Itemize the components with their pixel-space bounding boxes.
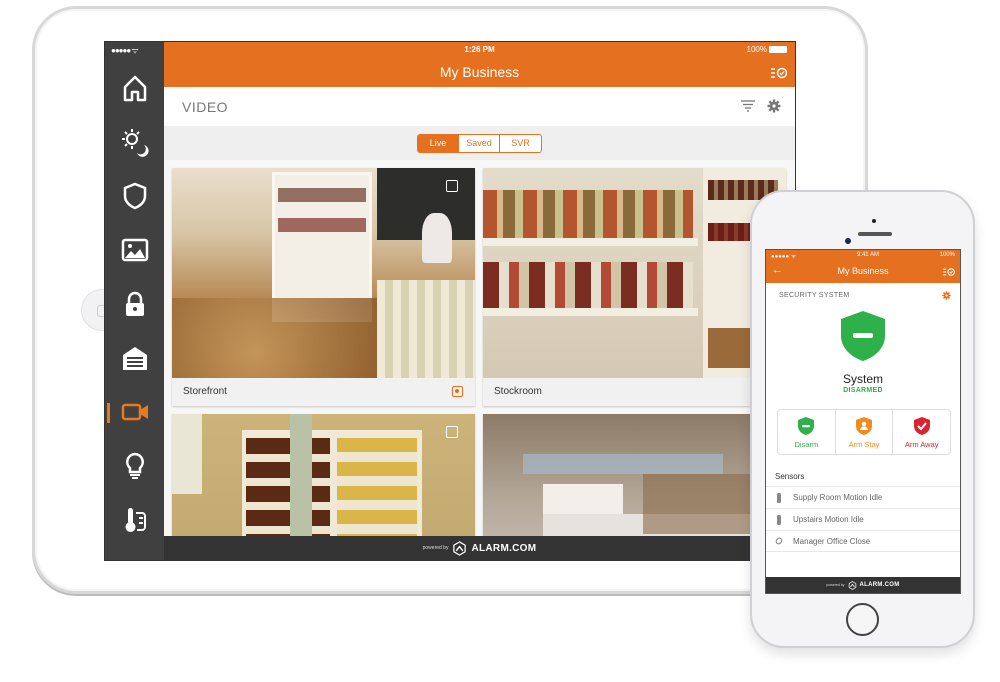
shield-icon (123, 182, 146, 210)
sidebar-item-lights[interactable] (105, 448, 164, 484)
record-icon[interactable] (452, 386, 463, 397)
sidebar-item-garage[interactable] (105, 340, 164, 376)
camera-grid: Storefront Stockroom (164, 160, 795, 560)
camera-label: Stockroom (494, 386, 542, 397)
disarm-button[interactable]: Disarm (778, 410, 836, 454)
camera-feed[interactable] (483, 168, 786, 378)
garage-icon (122, 347, 147, 370)
phone-signal: ●●●●● ᯤ (771, 254, 797, 260)
expand-icon[interactable] (446, 180, 458, 192)
brand-name: ALARM.COM (471, 542, 537, 554)
phone-screen: ●●●●● ᯤ 9:41 AM 100% ← My Business SECUR… (765, 249, 961, 594)
contact-sensor-icon (775, 537, 783, 545)
motion-sensor-icon (777, 492, 781, 503)
app-header: 1:26 PM 100% My Business (164, 42, 795, 87)
phone-camera (845, 238, 851, 244)
phone-header: ●●●●● ᯤ 9:41 AM 100% ← My Business (766, 250, 960, 283)
signal-status: ●●●●● ᯤ (111, 46, 139, 55)
phone-speaker (858, 232, 892, 236)
sidebar-item-security[interactable] (105, 178, 164, 214)
sidebar: ●●●●● ᯤ (105, 42, 164, 560)
sidebar-item-video[interactable] (105, 394, 164, 430)
expand-icon[interactable] (446, 426, 458, 438)
gear-icon[interactable] (767, 99, 781, 113)
brand-name: ALARM.COM (859, 582, 900, 588)
sensor-label: Manager Office Close (793, 536, 871, 546)
phone-battery: 100% (939, 252, 955, 258)
sensors-title: Sensors (775, 472, 805, 481)
camera-label: Storefront (183, 386, 227, 397)
section-title: SECURITY SYSTEM (779, 292, 850, 299)
motion-sensor-icon (777, 514, 781, 525)
camera-feed[interactable] (172, 168, 475, 378)
page-title: VIDEO (182, 99, 229, 115)
sidebar-item-images[interactable] (105, 232, 164, 268)
disarm-label: Disarm (794, 439, 819, 449)
lightbulb-icon (125, 452, 144, 479)
alarm-logo-icon (453, 540, 467, 556)
system-name: System (842, 372, 883, 386)
sensor-label: Supply Room Motion Idle (793, 493, 883, 502)
video-camera-icon (121, 403, 148, 421)
sidebar-item-scenes[interactable] (105, 124, 164, 160)
battery-percent: 100% (746, 45, 767, 54)
list-check-icon[interactable] (943, 267, 955, 277)
camera-card-storefront[interactable]: Storefront (172, 168, 475, 406)
gear-icon[interactable] (942, 291, 951, 300)
phone-device: ●●●●● ᯤ 9:41 AM 100% ← My Business SECUR… (750, 190, 975, 648)
sidebar-item-thermostat[interactable] (105, 502, 164, 538)
lock-icon (125, 291, 144, 316)
phone-app-title: My Business (837, 266, 889, 276)
phone-sensor (872, 219, 876, 223)
arm-away-button[interactable]: Arm Away (893, 410, 950, 454)
tablet-screen: ●●●●● ᯤ 1:26 PM 100% My Business VIDEO L… (104, 41, 796, 561)
arm-stay-label: Arm Stay (848, 439, 880, 449)
list-check-icon[interactable] (771, 66, 787, 80)
status-time: 1:26 PM (464, 45, 495, 54)
battery-status: 100% (747, 45, 787, 54)
arm-away-label: Arm Away (904, 439, 939, 449)
powered-by-text: powered by (826, 583, 845, 587)
phone-status-bar: ●●●●● ᯤ 9:41 AM 100% (771, 252, 955, 260)
sun-moon-icon (121, 129, 149, 157)
page-header: VIDEO (164, 87, 795, 126)
arm-stay-shield-icon (856, 416, 872, 435)
segment-bar: Live Saved SVR (164, 126, 795, 160)
arm-away-shield-icon (913, 416, 930, 435)
alarm-logo-icon (848, 580, 856, 590)
phone-footer: powered by ALARM.COM (766, 577, 960, 593)
system-state: DISARMED (843, 387, 883, 394)
sensor-row[interactable]: Manager Office Close (766, 530, 960, 552)
app-title: My Business (439, 64, 520, 80)
tab-saved[interactable]: Saved (459, 135, 500, 152)
phone-time: 9:41 AM (856, 252, 879, 258)
camera-card-stockroom[interactable]: Stockroom (483, 168, 786, 406)
filter-icon[interactable] (741, 100, 755, 112)
sensor-row[interactable]: Upstairs Motion Idle (766, 508, 960, 530)
video-tabs: Live Saved SVR (417, 134, 542, 153)
sidebar-item-home[interactable] (105, 70, 164, 106)
disarm-shield-icon (798, 416, 815, 435)
home-icon (123, 75, 146, 102)
sensor-label: Upstairs Motion Idle (793, 515, 864, 524)
arm-actions: Disarm Arm Stay Arm Away (777, 409, 951, 455)
sensor-row[interactable]: Supply Room Motion Idle (766, 486, 960, 508)
tablet-footer: powered by ALARM.COM (164, 536, 795, 560)
powered-by-text: powered by (422, 545, 449, 551)
tab-svr[interactable]: SVR (500, 135, 541, 152)
tab-live[interactable]: Live (418, 135, 459, 152)
arm-stay-button[interactable]: Arm Stay (836, 410, 894, 454)
active-indicator (107, 403, 110, 423)
system-shield-icon (841, 311, 885, 361)
sidebar-item-locks[interactable] (105, 286, 164, 322)
image-icon (121, 238, 148, 262)
thermostat-icon (125, 508, 146, 532)
phone-home-button[interactable] (846, 603, 879, 636)
battery-icon (769, 46, 787, 53)
